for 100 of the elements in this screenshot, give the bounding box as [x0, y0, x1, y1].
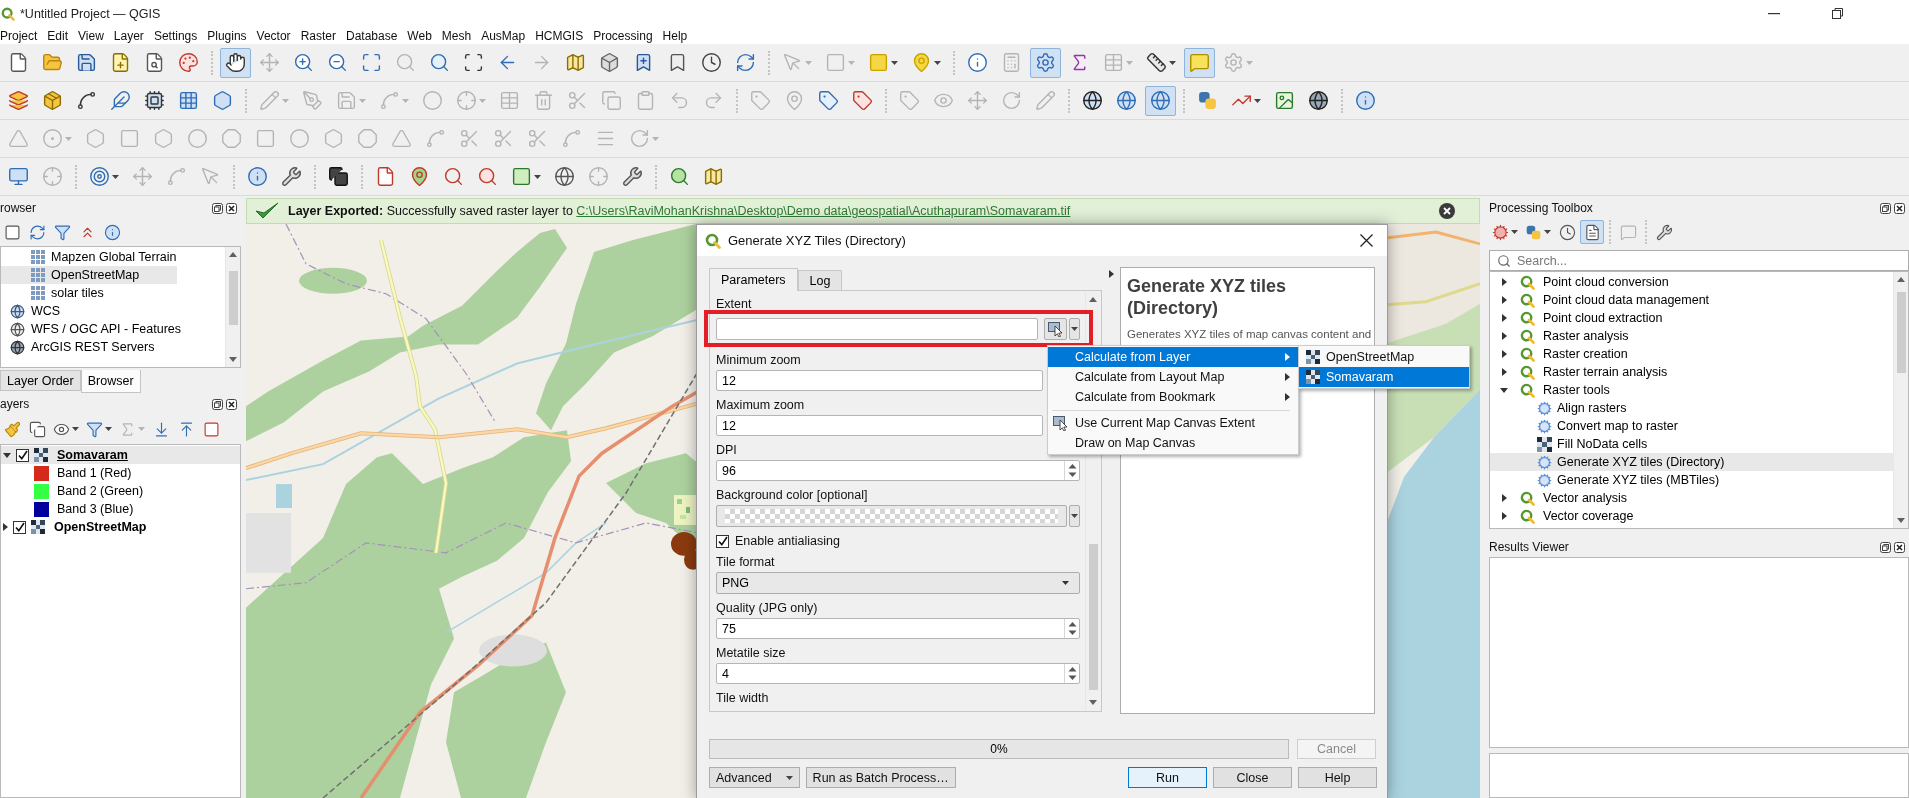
browser-item[interactable]: WFS / OGC API - Features — [1, 320, 220, 338]
menu-item[interactable]: Plugins — [202, 27, 252, 44]
scroll-thumb[interactable] — [1088, 543, 1098, 690]
caret-right-icon[interactable] — [1108, 270, 1114, 278]
color-dropdown-button[interactable] — [1069, 505, 1080, 527]
menu-item[interactable]: Project — [0, 27, 43, 44]
tree-item[interactable]: Vector analysis — [1490, 489, 1893, 507]
close-icon[interactable] — [1360, 234, 1373, 247]
menu-item[interactable]: Somavaram — [1299, 367, 1469, 387]
number-field[interactable]: 12 — [716, 415, 1043, 436]
dialog-button[interactable]: Advanced — [709, 767, 800, 788]
caret-right-icon[interactable] — [1501, 296, 1507, 304]
caret-right-icon[interactable] — [3, 523, 8, 531]
dialog-tab[interactable]: Log — [797, 270, 843, 290]
menu-item[interactable]: Processing — [588, 27, 658, 44]
caret-right-icon[interactable] — [1501, 368, 1507, 376]
tree-item[interactable]: Generate XYZ tiles (MBTiles) — [1490, 471, 1893, 489]
tree-item[interactable]: Align rasters — [1490, 399, 1893, 417]
caret-down-icon[interactable] — [3, 452, 11, 458]
dialog-button[interactable]: Close — [1213, 767, 1292, 788]
menu-item[interactable]: Web — [402, 27, 437, 44]
menu-item[interactable]: Help — [657, 27, 693, 44]
tree-item[interactable]: Fill NoData cells — [1490, 435, 1893, 453]
spin-box[interactable]: 4 — [716, 663, 1080, 684]
browser-item[interactable]: WCS — [1, 302, 99, 320]
tree-item[interactable]: Vector coverage — [1490, 507, 1893, 525]
menu-item[interactable]: Layer — [108, 27, 149, 44]
extent-field[interactable] — [716, 318, 1038, 340]
tree-item[interactable]: Point cloud conversion — [1490, 273, 1893, 291]
caret-down-icon[interactable] — [1500, 387, 1508, 393]
tree-item[interactable]: Raster analysis — [1490, 327, 1893, 345]
browser-item[interactable]: ArcGIS REST Servers — [1, 338, 193, 356]
scrollbar[interactable] — [225, 247, 240, 367]
search-field[interactable]: Search... — [1489, 250, 1909, 271]
restore-icon[interactable] — [1832, 8, 1843, 19]
caret-right-icon[interactable] — [1501, 350, 1507, 358]
menu-item[interactable]: Vector — [251, 27, 296, 44]
tree-item[interactable]: Generate XYZ tiles (Directory) — [1490, 453, 1893, 471]
browser-item[interactable]: OpenStreetMap — [1, 266, 178, 284]
panel-tab[interactable]: Browser — [80, 370, 141, 393]
menu-item[interactable]: AusMap — [476, 27, 531, 44]
legend-item[interactable]: Band 2 (Green) — [1, 482, 240, 500]
float-icon[interactable] — [1880, 202, 1891, 214]
browser-item[interactable]: solar tiles — [1, 284, 142, 302]
spin-arrows-icon[interactable] — [1067, 621, 1077, 636]
combo-box[interactable]: PNG — [716, 572, 1080, 594]
menu-item[interactable]: Calculate from Layout Map — [1048, 367, 1298, 387]
close-icon[interactable] — [226, 202, 237, 214]
spin-arrows-icon[interactable] — [1067, 463, 1077, 478]
close-icon[interactable] — [1894, 541, 1905, 553]
legend-item[interactable]: Band 3 (Blue) — [1, 500, 240, 518]
menu-item[interactable]: View — [73, 27, 109, 44]
scrollbar[interactable] — [1893, 272, 1908, 528]
menu-item[interactable]: Calculate from Layer — [1048, 347, 1298, 367]
caret-right-icon[interactable] — [1501, 278, 1507, 286]
panel-tab[interactable]: Layer Order — [0, 370, 81, 391]
float-icon[interactable] — [212, 202, 223, 214]
menu-item[interactable]: Use Current Map Canvas Extent — [1048, 413, 1298, 433]
minimize-icon[interactable] — [1768, 12, 1780, 15]
dialog-tab[interactable]: Parameters — [709, 268, 798, 291]
menu-item[interactable]: Database — [340, 27, 403, 44]
tree-item[interactable]: Raster creation — [1490, 345, 1893, 363]
spin-box[interactable]: 75 — [716, 618, 1080, 639]
visibility-checkbox[interactable] — [13, 520, 26, 534]
close-icon[interactable] — [1439, 203, 1455, 219]
spin-box[interactable]: 96 — [716, 460, 1080, 481]
float-icon[interactable] — [1880, 541, 1891, 553]
spin-arrows-icon[interactable] — [1067, 666, 1077, 681]
tree-item[interactable]: Raster terrain analysis — [1490, 363, 1893, 381]
extent-button[interactable] — [1044, 318, 1067, 340]
scroll-thumb[interactable] — [228, 271, 238, 325]
float-icon[interactable] — [212, 398, 223, 410]
menu-item[interactable]: OpenStreetMap — [1299, 347, 1469, 367]
visibility-checkbox[interactable] — [16, 448, 29, 462]
tree-item[interactable]: Convert map to raster — [1490, 417, 1893, 435]
legend-item[interactable]: Band 1 (Red) — [1, 464, 240, 482]
tree-item[interactable]: OpenStreetMap — [1, 518, 240, 536]
close-icon[interactable] — [226, 398, 237, 410]
menu-item[interactable]: HCMGIS — [530, 27, 589, 44]
dialog-button[interactable]: Help — [1298, 767, 1377, 788]
file-path-link[interactable]: C:\Users\RaviMohanKrishna\Desktop\Demo data\geospatial\Acuthapuram\Somavaram.tif — [576, 204, 1071, 218]
caret-right-icon[interactable] — [1501, 314, 1507, 322]
caret-right-icon[interactable] — [1501, 332, 1507, 340]
extent-dropdown-button[interactable] — [1069, 318, 1080, 340]
dialog-button[interactable]: Run as Batch Process… — [805, 767, 956, 788]
menu-item[interactable]: Mesh — [436, 27, 477, 44]
close-icon[interactable] — [1894, 202, 1905, 214]
menu-item[interactable]: Raster — [295, 27, 341, 44]
checkbox[interactable] — [716, 534, 729, 548]
scroll-thumb[interactable] — [1896, 291, 1906, 374]
menu-item[interactable]: Calculate from Bookmark — [1048, 387, 1298, 407]
tree-item[interactable]: Point cloud extraction — [1490, 309, 1893, 327]
tree-item[interactable]: Raster tools — [1490, 381, 1893, 399]
menu-item[interactable]: Edit — [42, 27, 74, 44]
color-button[interactable] — [716, 505, 1067, 527]
caret-right-icon[interactable] — [1501, 494, 1507, 502]
number-field[interactable]: 12 — [716, 370, 1043, 391]
menu-item[interactable]: Draw on Map Canvas — [1048, 433, 1298, 453]
browser-item[interactable]: Mapzen Global Terrain — [1, 248, 215, 266]
menu-item[interactable]: Settings — [148, 27, 203, 44]
